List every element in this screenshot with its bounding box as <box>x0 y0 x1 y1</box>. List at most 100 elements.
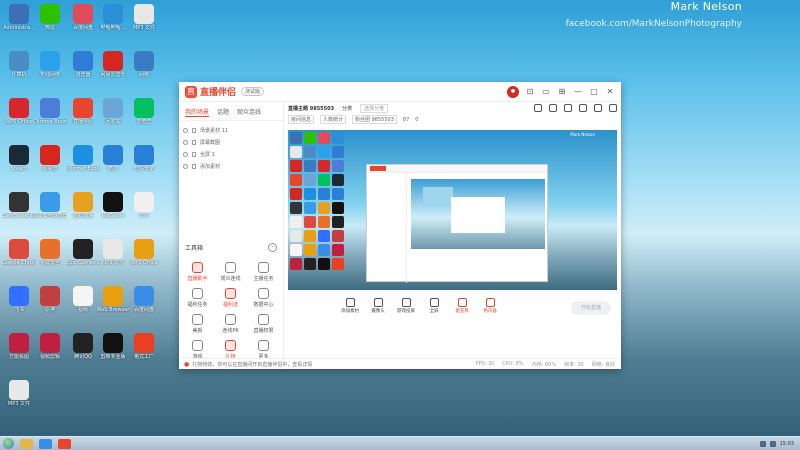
start-live-button[interactable]: 开始直播 <box>571 301 611 315</box>
scene-item[interactable]: 屏幕截图 <box>183 136 279 148</box>
toolbox-item[interactable]: 观众连线 <box>214 262 247 282</box>
desktop-icon[interactable]: 剪映专业版 <box>96 333 130 360</box>
lock-icon[interactable] <box>192 127 196 133</box>
desktop-icon[interactable]: 格式工厂 <box>127 333 161 360</box>
lock-icon[interactable] <box>549 104 557 112</box>
screen-icon[interactable]: ▭ <box>541 87 551 96</box>
toolbox-item[interactable]: 福利送 <box>214 288 247 308</box>
desktop-icon[interactable]: EasyScreenR... <box>2 192 36 219</box>
desktop-icon[interactable]: 软件管家 <box>127 145 161 172</box>
desktop-icon[interactable]: 直播伴侣 <box>66 98 100 125</box>
clipboard-icon[interactable] <box>564 104 572 112</box>
desktop-icon[interactable]: Chrome Browser <box>33 98 67 125</box>
snapshot-icon[interactable]: ⊡ <box>525 87 535 96</box>
capture-tool[interactable]: 扬声器 <box>481 298 499 314</box>
gift-icon[interactable] <box>534 104 542 112</box>
version-badge[interactable]: 测试版 <box>241 87 265 96</box>
room-title[interactable]: 直播主题 9855503 <box>288 105 334 112</box>
desktop-icon[interactable]: 网易云音乐 <box>96 51 130 78</box>
maximize-button[interactable]: □ <box>589 87 599 96</box>
desktop-icon[interactable]: MP3 文件 <box>127 4 161 31</box>
network-icon[interactable] <box>759 440 766 447</box>
desktop-icon[interactable]: Internet Explorer <box>66 145 100 172</box>
start-button[interactable] <box>3 438 14 449</box>
eye-icon[interactable] <box>183 163 188 169</box>
desktop-icon[interactable]: 火绒安全 <box>33 239 67 266</box>
desktop-icon[interactable]: 视频剪辑 <box>33 333 67 360</box>
eye-icon[interactable] <box>183 139 188 145</box>
toolbox-item[interactable]: 直播权限 <box>247 314 280 334</box>
taskbar-explorer-icon[interactable] <box>20 438 33 449</box>
viewer-count-pill[interactable]: 人数统计 <box>320 115 347 124</box>
taskbar-live-companion-icon[interactable] <box>58 438 71 449</box>
lock-icon[interactable] <box>192 163 196 169</box>
desktop-icon[interactable]: 回收站 <box>96 98 130 125</box>
toolbox-item[interactable]: 游戏 <box>181 340 214 360</box>
tab-my-scenes[interactable]: 我的场景 <box>185 107 210 117</box>
eye-icon[interactable] <box>183 127 188 133</box>
notice-text[interactable]: 礼物特效，你可以在直播间开启直播伴侣中，查看详情 <box>192 361 312 368</box>
desktop-icon[interactable]: 网络 <box>127 51 161 78</box>
stream-preview[interactable]: Mark Nelson <box>288 130 617 290</box>
desktop-icon[interactable]: 爱奇艺 <box>127 98 161 125</box>
scene-item[interactable]: 添加素材 <box>183 160 279 172</box>
capture-tool[interactable]: 全屏 <box>425 298 443 314</box>
toolbox-item[interactable]: 更多 <box>247 340 280 360</box>
clock[interactable]: 15:03 <box>780 441 794 447</box>
desktop-icon[interactable]: 微信 <box>33 4 67 31</box>
layout-icon[interactable]: ⊞ <box>557 87 567 96</box>
toolbox-item[interactable]: 主播任务 <box>247 262 280 282</box>
capture-tool[interactable]: 摄像头 <box>369 298 387 314</box>
toolbox-item[interactable]: 福利任务 <box>181 288 214 308</box>
minimize-button[interactable]: — <box>573 87 583 96</box>
toolbox-item[interactable]: 连线PK <box>214 314 247 334</box>
desktop-icon[interactable]: Epic Games Launcher <box>66 239 100 266</box>
volume-icon[interactable] <box>769 440 776 447</box>
room-info-pill[interactable]: 房间信息 <box>288 115 315 124</box>
desktop-icon[interactable]: 万能看图 <box>2 333 36 360</box>
desktop-icon[interactable]: MP3 文件 <box>96 239 130 266</box>
fan-club-pill[interactable]: 粉丝团 9855503 <box>352 115 397 124</box>
desktop-icon[interactable]: Steam <box>2 145 36 172</box>
capture-tool[interactable]: 游戏投屏 <box>397 298 415 314</box>
tab-audience-link[interactable]: 观众连线 <box>237 107 261 117</box>
share-icon[interactable] <box>609 104 617 112</box>
desktop-icon[interactable]: MP3 文件 <box>2 380 36 407</box>
settings-icon[interactable] <box>594 104 602 112</box>
capture-tool[interactable]: 添加素材 <box>341 298 359 314</box>
desktop-icon[interactable]: Administra... <box>2 4 36 31</box>
eye-icon[interactable] <box>183 151 188 157</box>
desktop-icon[interactable]: Google Chrome <box>2 239 36 266</box>
desktop-icon[interactable]: 腾讯QQ <box>66 333 100 360</box>
taskbar-browser-icon[interactable] <box>39 438 52 449</box>
desktop-icon[interactable]: 网易云 <box>33 145 67 172</box>
bell-icon[interactable] <box>579 104 587 112</box>
toolbox-item[interactable]: 美颜 <box>181 314 214 334</box>
toolbox-item[interactable]: 数据中心 <box>247 288 280 308</box>
desktop-icon[interactable]: Web Browser <box>96 286 130 313</box>
lock-icon[interactable] <box>192 151 196 157</box>
desktop-icon[interactable]: 酷狗 <box>96 145 130 172</box>
desktop-icon[interactable]: 文件 <box>127 192 161 219</box>
desktop-icon[interactable]: 百度网盘 <box>66 4 100 31</box>
desktop-icon[interactable]: 游戏加速 <box>66 192 100 219</box>
close-button[interactable]: ✕ <box>605 87 615 96</box>
toolbox-more-icon[interactable]: ··· <box>268 243 277 252</box>
scene-item[interactable]: 全屏 1 <box>183 148 279 160</box>
category-select[interactable]: 选择分类 <box>360 103 389 113</box>
capture-tool[interactable]: 麦克风 <box>453 298 471 314</box>
toolbox-item[interactable]: 直播助手 <box>181 262 214 282</box>
desktop-icon[interactable]: 百度网盘 <box>127 286 161 313</box>
desktop-icon[interactable]: 无线网络 <box>33 51 67 78</box>
desktop-icon[interactable]: 原神 <box>33 286 67 313</box>
desktop-icon[interactable]: WeGame <box>96 192 130 219</box>
desktop-icon[interactable]: 浏览器 <box>66 51 100 78</box>
scene-item[interactable]: 场景素材 11 <box>183 124 279 136</box>
desktop-icon[interactable]: 计算机 <box>2 51 36 78</box>
toolbox-item[interactable]: 礼物 <box>214 340 247 360</box>
desktop-icon[interactable]: 哔哩哔哩... <box>96 4 130 31</box>
desktop-icon[interactable]: 视频 <box>66 286 100 313</box>
desktop-icon[interactable]: 飞书 <box>2 286 36 313</box>
desktop-icon[interactable]: WPS Office <box>127 239 161 266</box>
user-avatar[interactable] <box>507 85 519 98</box>
